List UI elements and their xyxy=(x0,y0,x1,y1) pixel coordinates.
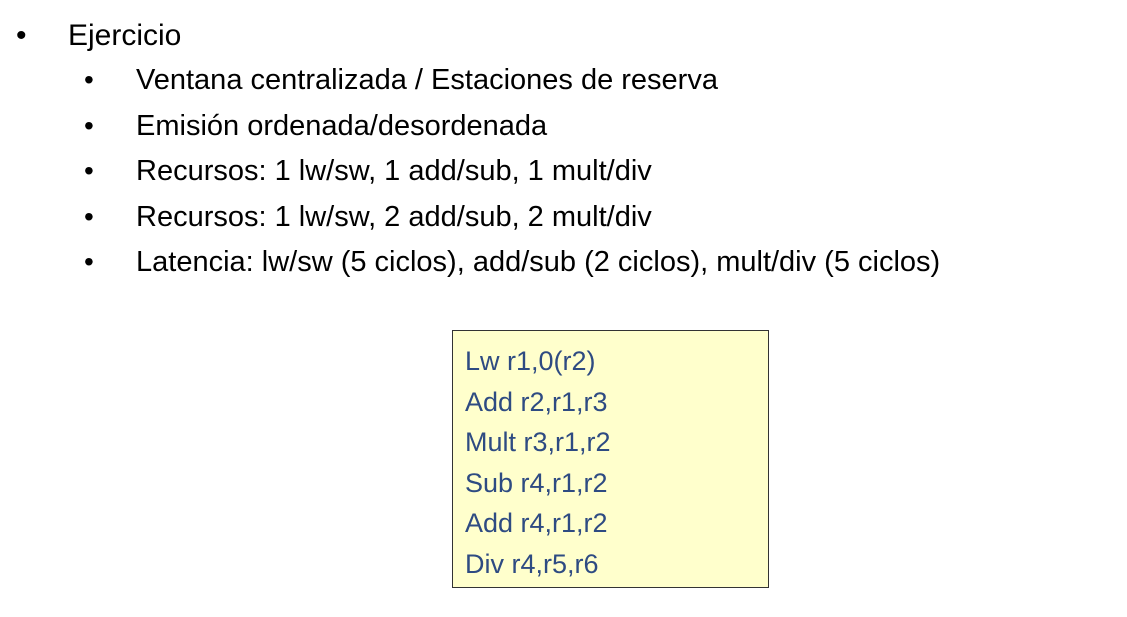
bullet-icon: • xyxy=(84,64,94,95)
sub-bullet-list: • Ventana centralizada / Estaciones de r… xyxy=(0,59,1127,287)
sub-bullet-item: • Recursos: 1 lw/sw, 2 add/sub, 2 mult/d… xyxy=(0,196,1127,242)
sub-bullet-item: • Latencia: lw/sw (5 ciclos), add/sub (2… xyxy=(0,241,1127,287)
main-bullet-text: Ejercicio xyxy=(68,19,182,52)
bullet-icon: • xyxy=(84,109,94,141)
sub-bullet-text: Latencia: lw/sw (5 ciclos), add/sub (2 c… xyxy=(136,246,941,278)
sub-bullet-item: • Emisión ordenada/desordenada xyxy=(0,105,1127,151)
sub-bullet-item: • Recursos: 1 lw/sw, 1 add/sub, 1 mult/d… xyxy=(0,150,1127,196)
code-line: Add r2,r1,r3 xyxy=(465,386,608,417)
bullet-icon: • xyxy=(84,155,94,186)
bullet-icon: • xyxy=(84,200,94,232)
code-line: Mult r3,r1,r2 xyxy=(465,427,611,457)
sub-bullet-text: Emisión ordenada/desordenada xyxy=(136,109,548,142)
code-box: Lw r1,0(r2) Add r2,r1,r3 Mult r3,r1,r2 S… xyxy=(452,330,769,588)
sub-bullet-item: • Ventana centralizada / Estaciones de r… xyxy=(0,59,1127,105)
bullet-icon: • xyxy=(16,19,27,52)
code-line: Lw r1,0(r2) xyxy=(465,346,596,376)
main-bullet-item: • Ejercicio xyxy=(0,14,1127,58)
code-line: Div r4,r5,r6 xyxy=(465,548,599,579)
code-line: Sub r4,r1,r2 xyxy=(465,467,608,498)
sub-bullet-text: Recursos: 1 lw/sw, 2 add/sub, 2 mult/div xyxy=(136,200,652,233)
bullet-icon: • xyxy=(84,246,94,277)
sub-bullet-text: Recursos: 1 lw/sw, 1 add/sub, 1 mult/div xyxy=(136,155,652,187)
sub-bullet-text: Ventana centralizada / Estaciones de res… xyxy=(136,64,718,96)
slide: • Ejercicio • Ventana centralizada / Est… xyxy=(0,0,1127,617)
code-line: Add r4,r1,r2 xyxy=(465,508,608,538)
